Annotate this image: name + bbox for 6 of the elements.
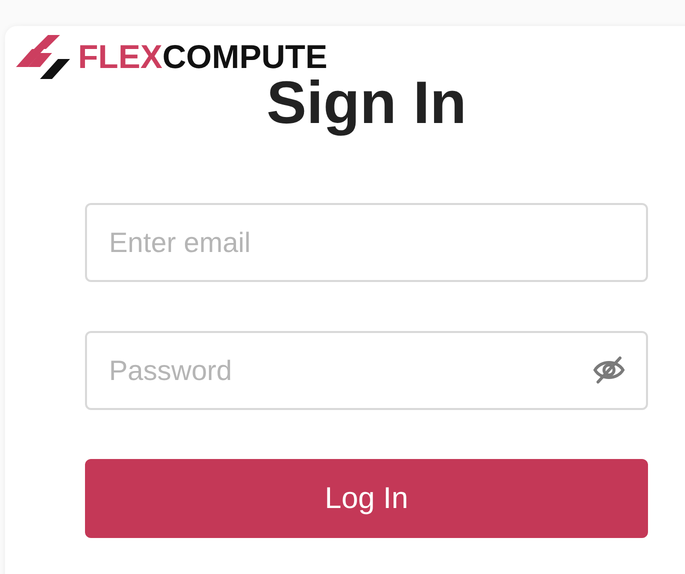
logo-icon xyxy=(14,33,72,79)
login-button[interactable]: Log In xyxy=(85,459,648,538)
logo-wordmark: FLEXCOMPUTE xyxy=(78,40,328,72)
email-field[interactable]: Enter email xyxy=(85,203,648,282)
eye-off-icon[interactable] xyxy=(592,355,626,385)
password-field[interactable]: Password xyxy=(85,331,648,410)
